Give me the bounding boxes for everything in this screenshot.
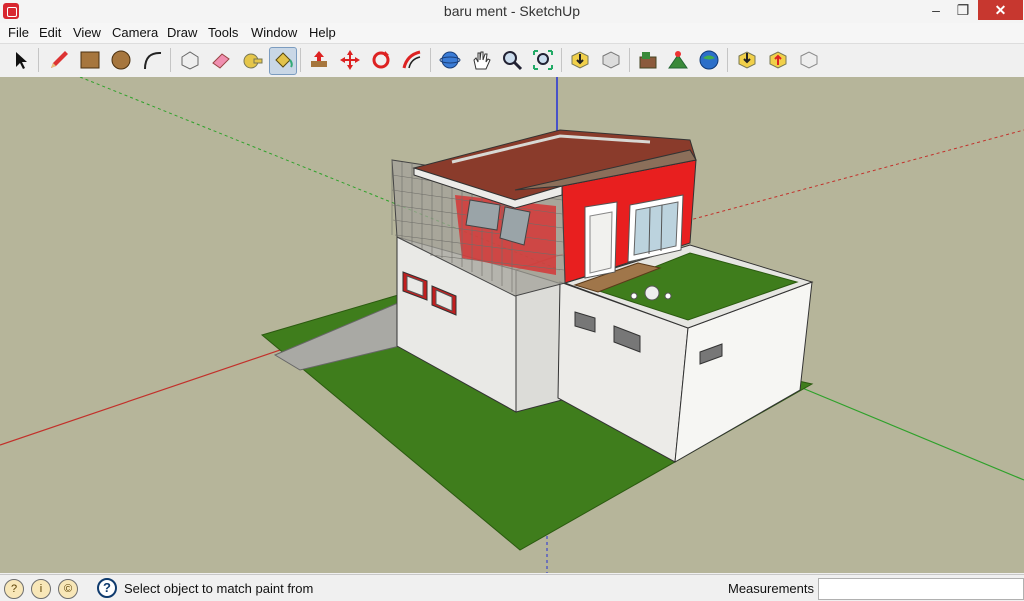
menu-bar: File Edit View Camera Draw Tools Window …	[0, 23, 1024, 43]
menu-view[interactable]: View	[73, 25, 101, 40]
zoom-extents-icon[interactable]	[530, 47, 556, 73]
toggle-terrain-icon[interactable]	[665, 47, 691, 73]
menu-camera[interactable]: Camera	[112, 25, 158, 40]
menu-window[interactable]: Window	[251, 25, 297, 40]
get-components-icon[interactable]	[734, 47, 760, 73]
toolbar-separator	[38, 48, 39, 72]
add-location-icon[interactable]	[635, 47, 661, 73]
measurements-label: Measurements	[728, 581, 814, 596]
model-viewport[interactable]	[0, 76, 1024, 573]
status-message: Select object to match paint from	[124, 581, 314, 596]
tape-measure-icon[interactable]	[239, 47, 265, 73]
select-icon[interactable]	[8, 47, 34, 73]
move-icon[interactable]	[337, 47, 363, 73]
status-bar: ? i © ? Select object to match paint fro…	[0, 574, 1024, 601]
minimize-button[interactable]: –	[921, 0, 951, 20]
window-title: baru ment - SketchUp	[443, 3, 581, 19]
pencil-icon[interactable]	[46, 47, 72, 73]
share-model-icon[interactable]	[598, 47, 624, 73]
toolbar-separator	[727, 48, 728, 72]
terrace-chair	[664, 292, 672, 300]
get-models-icon[interactable]	[567, 47, 593, 73]
orbit-icon[interactable]	[437, 47, 463, 73]
share-component-icon[interactable]	[765, 47, 791, 73]
toolbar-separator	[629, 48, 630, 72]
copyright-icon[interactable]: ©	[58, 579, 78, 599]
rotate-icon[interactable]	[368, 47, 394, 73]
glass-room-window	[465, 199, 501, 231]
geo-location-icon[interactable]: ?	[4, 579, 24, 599]
toolbar-separator	[170, 48, 171, 72]
main-toolbar	[0, 43, 1024, 78]
green-axis	[794, 384, 1024, 481]
pan-icon[interactable]	[468, 47, 494, 73]
restore-button[interactable]: ❐	[948, 0, 978, 20]
house-model-scene	[0, 76, 1024, 573]
measurements-input[interactable]	[818, 578, 1024, 600]
eraser-icon[interactable]	[208, 47, 234, 73]
glass-room-window	[499, 206, 531, 246]
circle-icon[interactable]	[108, 47, 134, 73]
rectangle-icon[interactable]	[77, 47, 103, 73]
upper-window-glass	[633, 201, 679, 256]
toolbar-separator	[561, 48, 562, 72]
menu-edit[interactable]: Edit	[39, 25, 61, 40]
menu-draw[interactable]: Draw	[167, 25, 197, 40]
push-pull-icon[interactable]	[306, 47, 332, 73]
menu-file[interactable]: File	[8, 25, 29, 40]
terrace-chair	[630, 292, 638, 300]
credits-icon[interactable]: i	[31, 579, 51, 599]
toolbar-separator	[300, 48, 301, 72]
make-component-icon[interactable]	[177, 47, 203, 73]
terrace-table	[644, 285, 660, 301]
help-icon[interactable]: ?	[97, 578, 117, 598]
close-button[interactable]: ✕	[978, 0, 1023, 20]
toolbar-separator	[430, 48, 431, 72]
menu-help[interactable]: Help	[309, 25, 336, 40]
offset-icon[interactable]	[399, 47, 425, 73]
title-bar: baru ment - SketchUp – ❐ ✕	[0, 0, 1024, 24]
menu-tools[interactable]: Tools	[208, 25, 238, 40]
upper-door-panel	[589, 211, 613, 274]
paint-bucket-icon[interactable]	[269, 47, 297, 75]
arc-icon[interactable]	[139, 47, 165, 73]
extension-warehouse-icon[interactable]	[796, 47, 822, 73]
preview-google-earth-icon[interactable]	[696, 47, 722, 73]
zoom-icon[interactable]	[499, 47, 525, 73]
